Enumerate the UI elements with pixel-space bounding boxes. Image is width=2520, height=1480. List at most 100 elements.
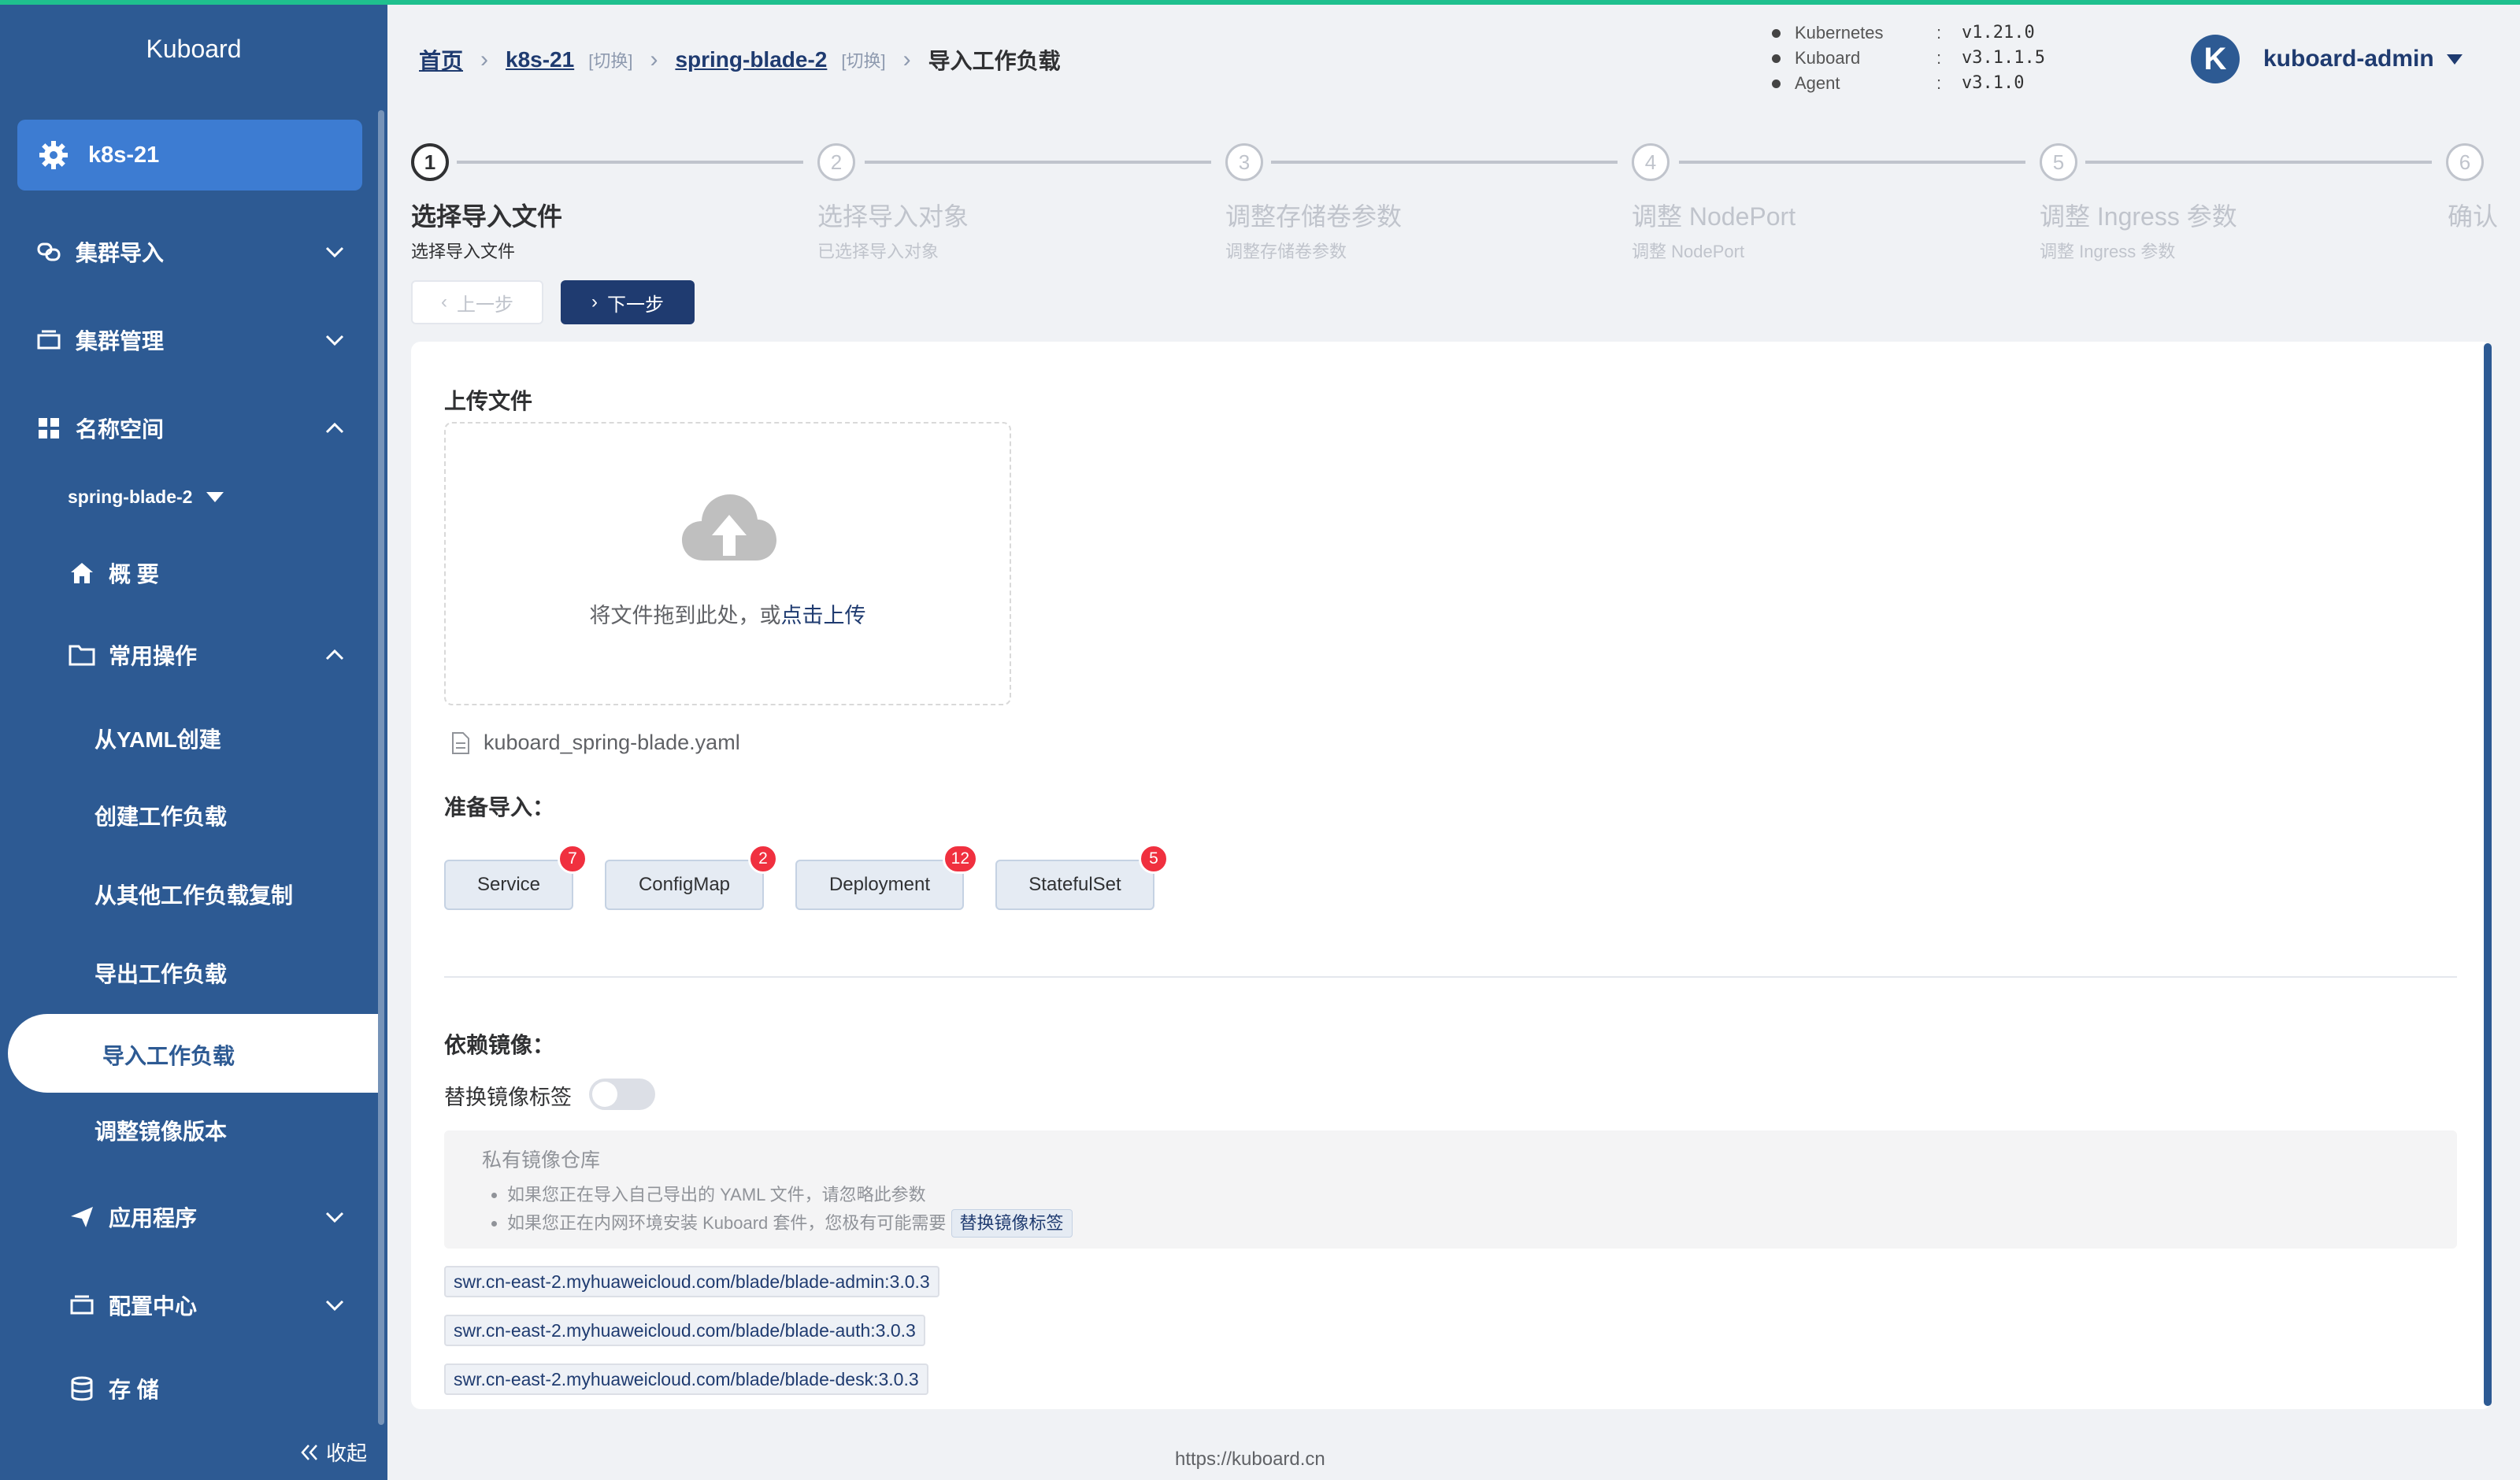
link-icon (35, 238, 63, 266)
resource-label: StatefulSet (1028, 874, 1121, 895)
resource-label: Deployment (828, 874, 931, 895)
sidebar-item-label: 从其他工作负载复制 (94, 883, 294, 908)
version-row: Kubernetes: v1.21.0 (1772, 20, 2045, 46)
info-title: 私有镜像仓库 (482, 1149, 601, 1171)
version-info: Kubernetes: v1.21.0 Kuboard: v3.1.1.5 Agen… (1772, 20, 2045, 96)
resource-chip-service[interactable]: Service 7 (444, 844, 587, 910)
chevron-right-icon: › (591, 291, 598, 313)
version-value: v3.1.0 (1962, 73, 2025, 93)
step-desc: 调整存储卷参数 (1225, 242, 1347, 261)
step-title: 确认 (2448, 202, 2499, 231)
breadcrumb-cluster[interactable]: k8s-21 (506, 47, 574, 72)
prev-step-button[interactable]: ‹ 上一步 (411, 280, 543, 324)
sidebar-item-common-ops[interactable]: 常用操作 (0, 639, 387, 671)
resource-chip-deployment[interactable]: Deployment 12 (795, 844, 978, 910)
namespace-name: spring-blade-2 (68, 487, 193, 507)
step-4: 4 调整 NodePort 调整 NodePort (1632, 143, 1796, 261)
sidebar-item-adjust-image[interactable]: 调整镜像版本 (0, 1115, 387, 1146)
step-desc: 调整 NodePort (1632, 242, 1745, 261)
step-title: 调整存储卷参数 (1225, 202, 1403, 231)
brand-logo[interactable]: Kuboard (0, 35, 387, 64)
bullet-icon (1772, 54, 1781, 63)
file-name: kuboard_spring-blade.yaml (484, 731, 740, 754)
chevron-up-icon (325, 649, 344, 660)
sidebar-item-label: 导出工作负载 (94, 962, 228, 986)
step-connector (1271, 161, 1618, 164)
step-title: 调整 NodePort (1632, 202, 1796, 231)
step-connector (457, 161, 803, 164)
breadcrumb: 首页 › k8s-21 [切换] › spring-blade-2 [切换] ›… (419, 44, 1061, 76)
sidebar-item-label: 概 要 (109, 562, 159, 586)
gear-icon (39, 141, 68, 169)
uploaded-file[interactable]: kuboard_spring-blade.yaml (450, 731, 740, 755)
sidebar: Kuboard k8s-21 集群导入 集群管理 名称空间 spring-bla… (0, 0, 387, 1480)
sidebar-item-import-workload[interactable]: 导入工作负载 (8, 1014, 378, 1093)
resource-chip-configmap[interactable]: ConfigMap 2 (605, 844, 778, 910)
count-badge: 12 (942, 844, 978, 874)
step-number: 3 (1225, 143, 1263, 181)
footer-link[interactable]: https://kuboard.cn (1175, 1449, 1325, 1471)
collapse-button[interactable]: 收起 (299, 1437, 367, 1467)
resource-label: ConfigMap (638, 874, 731, 895)
step-desc: 已选择导入对象 (817, 242, 939, 261)
version-value: v1.21.0 (1962, 23, 2035, 43)
sidebar-item-export-workload[interactable]: 导出工作负载 (0, 957, 387, 989)
switch-cluster-link[interactable]: [切换] (588, 47, 632, 72)
sidebar-item-storage[interactable]: 存 储 (0, 1373, 387, 1404)
steps: 1 选择导入文件 选择导入文件 2 选择导入对象 已选择导入对象 3 调整存储卷… (410, 143, 2499, 269)
upload-hint: 将文件拖到此处，或点击上传 (446, 598, 1010, 629)
chevron-right-icon: › (902, 46, 911, 72)
cluster-selector[interactable]: k8s-21 (17, 120, 362, 191)
step-connector (2085, 161, 2432, 164)
sidebar-item-cluster-import[interactable]: 集群导入 (0, 236, 387, 268)
bullet-icon (1772, 28, 1781, 38)
step-3: 3 调整存储卷参数 调整存储卷参数 (1225, 143, 1402, 261)
sidebar-item-cluster-manage[interactable]: 集群管理 (0, 324, 387, 356)
double-chevron-left-icon (301, 1444, 317, 1460)
sidebar-item-from-yaml[interactable]: 从YAML创建 (0, 723, 387, 754)
sidebar-item-label: 集群管理 (76, 329, 165, 353)
version-name: Kuboard (1795, 48, 1861, 68)
step-desc: 调整 Ingress 参数 (2040, 242, 2176, 261)
step-number: 6 (2446, 143, 2484, 181)
top-accent-line (0, 0, 2520, 5)
step-1: 1 选择导入文件 选择导入文件 (411, 143, 562, 261)
step-number: 2 (817, 143, 855, 181)
prepare-title: 准备导入： (444, 795, 555, 820)
version-colon: : (1936, 23, 1942, 43)
sidebar-item-label: 名称空间 (76, 417, 165, 442)
send-icon (68, 1203, 96, 1231)
image-tag: swr.cn-east-2.myhuaweicloud.com/blade/bl… (444, 1315, 925, 1346)
chevron-up-icon (325, 422, 344, 434)
breadcrumb-home[interactable]: 首页 (419, 44, 463, 76)
sidebar-item-label: 常用操作 (109, 644, 198, 668)
sidebar-item-copy-workload[interactable]: 从其他工作负载复制 (0, 879, 387, 910)
sidebar-item-label: 应用程序 (109, 1206, 198, 1230)
step-number: 1 (411, 143, 449, 181)
sidebar-item-create-workload[interactable]: 创建工作负载 (0, 800, 387, 831)
sidebar-item-namespace[interactable]: 名称空间 (0, 413, 387, 444)
user-menu[interactable]: K kuboard-admin (2191, 35, 2463, 83)
next-step-button[interactable]: › 下一步 (561, 280, 695, 324)
replace-tag-link[interactable]: 替换镜像标签 (951, 1209, 1073, 1238)
chevron-left-icon: ‹ (441, 291, 447, 313)
namespace-selector[interactable]: spring-blade-2 (68, 487, 224, 508)
sidebar-item-label: 集群导入 (76, 241, 165, 265)
sidebar-item-label: 调整镜像版本 (94, 1119, 228, 1144)
upload-hint-text: 将文件拖到此处，或 (589, 604, 781, 627)
content-scrollbar[interactable] (2484, 343, 2492, 1406)
chevron-down-icon (325, 1212, 344, 1223)
sidebar-item-overview[interactable]: 概 要 (0, 557, 387, 589)
resource-chip-statefulset[interactable]: StatefulSet 5 (995, 844, 1169, 910)
sidebar-item-config[interactable]: 配置中心 (0, 1289, 387, 1321)
step-desc: 选择导入文件 (411, 242, 516, 261)
sidebar-item-apps[interactable]: 应用程序 (0, 1201, 387, 1233)
upload-link[interactable]: 点击上传 (781, 604, 866, 627)
next-step-label: 下一步 (607, 294, 664, 316)
info-item: 如果您正在内网环境安装 Kuboard 套件，您极有可能需要 替换镜像标签 (507, 1209, 2419, 1238)
server-icon (68, 1291, 96, 1319)
breadcrumb-namespace[interactable]: spring-blade-2 (675, 47, 827, 72)
upload-dropzone[interactable]: 将文件拖到此处，或点击上传 (444, 422, 1011, 705)
replace-tag-switch[interactable] (589, 1079, 655, 1110)
switch-namespace-link[interactable]: [切换] (841, 47, 885, 72)
